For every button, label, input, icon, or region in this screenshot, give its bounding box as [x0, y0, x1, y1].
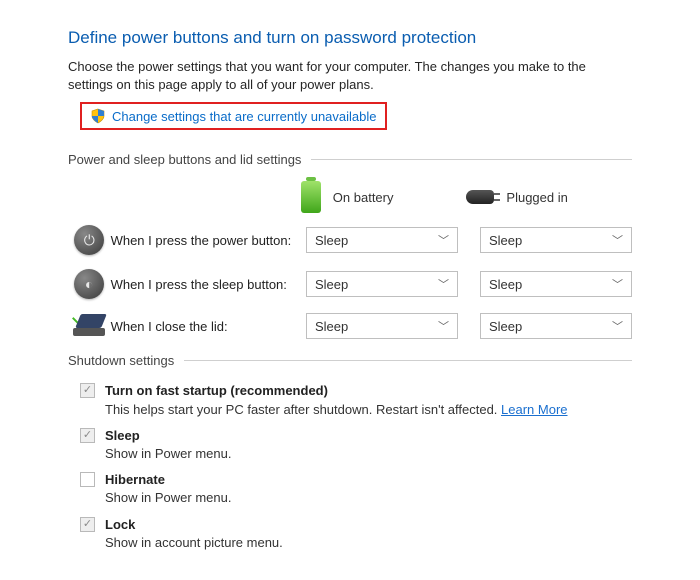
- col-plugged-in-label: Plugged in: [506, 190, 567, 205]
- plug-icon: [466, 190, 494, 204]
- section-header-label: Power and sleep buttons and lid settings: [68, 152, 301, 167]
- checkbox-lock[interactable]: ✓: [80, 517, 95, 532]
- power-button-battery-select[interactable]: Sleep ﹀: [306, 227, 458, 253]
- chevron-down-icon: ﹀: [438, 318, 449, 334]
- power-button-plugged-select[interactable]: Sleep ﹀: [480, 227, 632, 253]
- lid-icon: ↘: [68, 314, 111, 338]
- checkmark-icon: ✓: [83, 519, 92, 530]
- divider: [184, 360, 632, 361]
- divider: [311, 159, 632, 160]
- page-title: Define power buttons and turn on passwor…: [68, 28, 632, 48]
- fast-startup-label: Turn on fast startup (recommended): [105, 383, 328, 398]
- select-value: Sleep: [315, 319, 348, 334]
- lid-battery-select[interactable]: Sleep ﹀: [306, 313, 458, 339]
- lock-desc: Show in account picture menu.: [105, 535, 283, 550]
- select-value: Sleep: [315, 233, 348, 248]
- select-value: Sleep: [489, 277, 522, 292]
- sleep-label: Sleep: [105, 428, 140, 443]
- lock-label: Lock: [105, 517, 135, 532]
- fast-startup-desc-text: This helps start your PC faster after sh…: [105, 402, 501, 417]
- page-subtitle: Choose the power settings that you want …: [68, 58, 632, 94]
- checkmark-icon: ✓: [83, 430, 92, 441]
- chevron-down-icon: ﹀: [612, 318, 623, 334]
- row-lid-label: When I close the lid:: [111, 319, 306, 334]
- shutdown-item-sleep: ✓ Sleep Show in Power menu.: [80, 427, 632, 463]
- select-value: Sleep: [489, 233, 522, 248]
- checkmark-icon: ✓: [83, 385, 92, 396]
- sleep-button-battery-select[interactable]: Sleep ﹀: [306, 271, 458, 297]
- shutdown-item-hibernate: Hibernate Show in Power menu.: [80, 471, 632, 507]
- row-power-button: ⏻ When I press the power button: Sleep ﹀…: [68, 225, 632, 255]
- section-header-label: Shutdown settings: [68, 353, 174, 368]
- battery-icon: [301, 181, 321, 213]
- checkbox-hibernate[interactable]: [80, 472, 95, 487]
- chevron-down-icon: ﹀: [438, 232, 449, 248]
- uac-shield-icon: [90, 108, 106, 124]
- section-power-sleep-header: Power and sleep buttons and lid settings: [68, 152, 632, 167]
- hibernate-desc: Show in Power menu.: [105, 490, 231, 505]
- lid-plugged-select[interactable]: Sleep ﹀: [480, 313, 632, 339]
- col-on-battery-label: On battery: [333, 190, 394, 205]
- chevron-down-icon: ﹀: [438, 276, 449, 292]
- checkbox-sleep[interactable]: ✓: [80, 428, 95, 443]
- row-power-label: When I press the power button:: [111, 233, 306, 248]
- checkbox-fast-startup[interactable]: ✓: [80, 383, 95, 398]
- shutdown-list: ✓ Turn on fast startup (recommended) Thi…: [80, 382, 632, 552]
- fast-startup-desc: This helps start your PC faster after sh…: [105, 402, 568, 417]
- row-lid: ↘ When I close the lid: Sleep ﹀ Sleep ﹀: [68, 313, 632, 339]
- sleep-desc: Show in Power menu.: [105, 446, 231, 461]
- hibernate-label: Hibernate: [105, 472, 165, 487]
- shutdown-item-lock: ✓ Lock Show in account picture menu.: [80, 516, 632, 552]
- column-headers: On battery Plugged in: [68, 181, 632, 213]
- col-plugged-in: Plugged in: [466, 190, 632, 205]
- select-value: Sleep: [315, 277, 348, 292]
- change-settings-link[interactable]: Change settings that are currently unava…: [112, 109, 377, 124]
- row-sleep-label: When I press the sleep button:: [111, 277, 306, 292]
- learn-more-link[interactable]: Learn More: [501, 402, 567, 417]
- select-value: Sleep: [489, 319, 522, 334]
- sleep-button-plugged-select[interactable]: Sleep ﹀: [480, 271, 632, 297]
- col-on-battery: On battery: [301, 181, 467, 213]
- change-settings-highlight: Change settings that are currently unava…: [80, 102, 387, 130]
- chevron-down-icon: ﹀: [612, 232, 623, 248]
- shutdown-item-fast-startup: ✓ Turn on fast startup (recommended) Thi…: [80, 382, 632, 418]
- power-button-icon: ⏻: [68, 225, 111, 255]
- chevron-down-icon: ﹀: [612, 276, 623, 292]
- row-sleep-button: ◐ When I press the sleep button: Sleep ﹀…: [68, 269, 632, 299]
- sleep-button-icon: ◐: [68, 269, 111, 299]
- section-shutdown-header: Shutdown settings: [68, 353, 632, 368]
